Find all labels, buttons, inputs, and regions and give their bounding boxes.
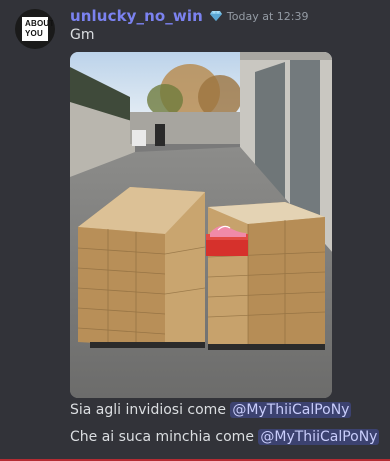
avatar[interactable]: ABOUT YOU xyxy=(15,9,55,49)
avatar-logo-line-2: YOU xyxy=(25,29,43,38)
image-attachment[interactable] xyxy=(70,52,332,398)
user-mention[interactable]: @MyThiiCalPoNy xyxy=(258,429,380,445)
attachment-photo xyxy=(70,52,332,398)
message-text-line-1: Sia agli invidiosi come @MyThiiCalPoNy xyxy=(70,402,352,418)
message-text-gm: Gm xyxy=(70,27,95,43)
message-text: Che ai suca minchia come xyxy=(70,429,259,445)
avatar-logo: ABOUT YOU xyxy=(22,17,55,41)
username[interactable]: unlucky_no_win xyxy=(70,7,203,25)
chat-message: ABOUT YOU unlucky_no_win Today at 12:39 … xyxy=(0,0,390,461)
message-text: Sia agli invidiosi come xyxy=(70,402,231,418)
timestamp[interactable]: Today at 12:39 xyxy=(227,10,309,23)
avatar-logo-line-1: ABOUT xyxy=(25,19,55,28)
message-header: unlucky_no_win Today at 12:39 xyxy=(70,5,308,27)
user-mention[interactable]: @MyThiiCalPoNy xyxy=(230,402,352,418)
gem-icon[interactable] xyxy=(209,11,222,21)
message-text-line-2: Che ai suca minchia come @MyThiiCalPoNy xyxy=(70,429,380,445)
